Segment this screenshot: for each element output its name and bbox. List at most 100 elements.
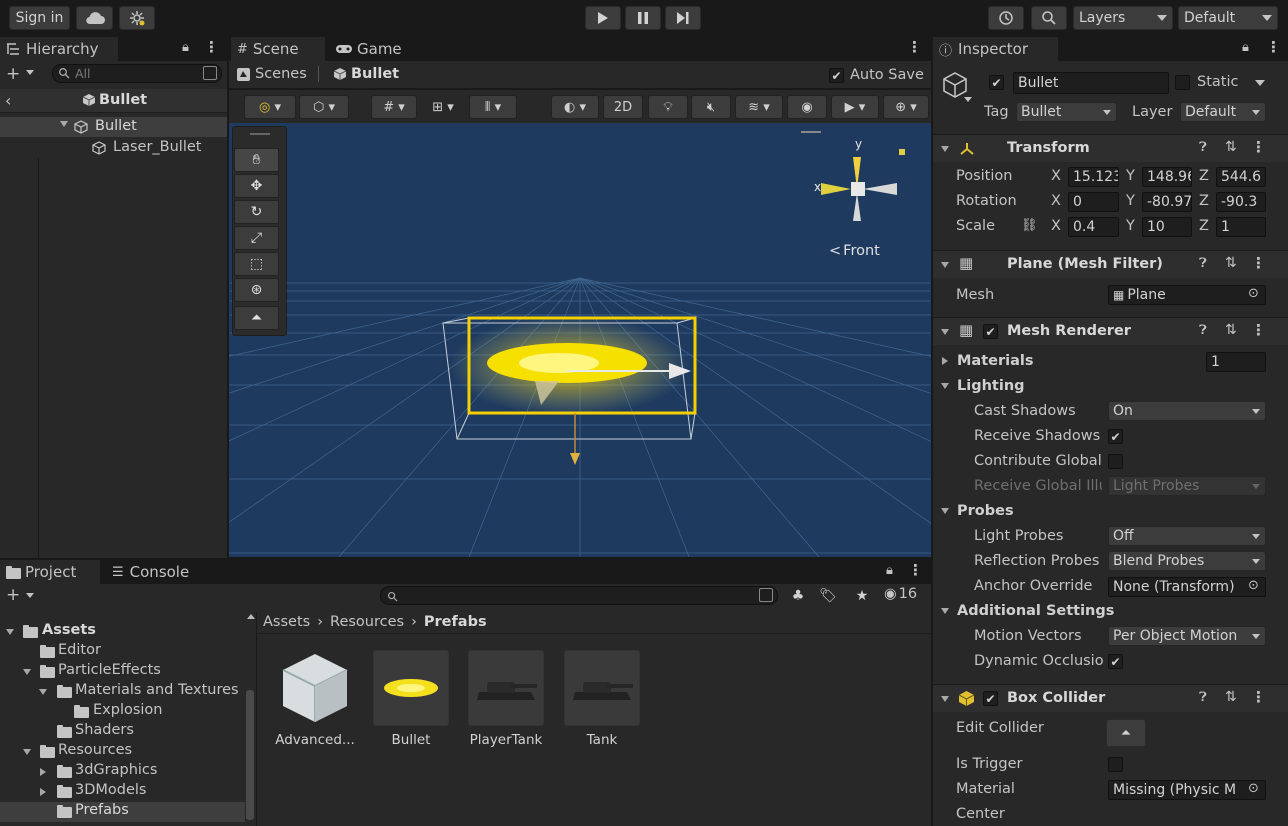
help-icon[interactable]: ❓︎ — [1199, 690, 1207, 705]
reflection-probes-dropdown[interactable]: Blend Probes — [1108, 551, 1266, 571]
box-collider-enabled-checkbox[interactable]: ✔ — [983, 691, 998, 706]
more-menu-icon[interactable]: ⋮ — [908, 561, 923, 579]
tree-scrollbar[interactable] — [245, 614, 255, 824]
move-tool-button[interactable]: ✥ — [234, 174, 279, 198]
transform-header[interactable]: Transform ❓︎ ⇅ ⋮ — [933, 134, 1288, 162]
lock-icon[interactable]: 🔒︎ — [182, 40, 189, 55]
presets-icon[interactable]: ⇅ — [1225, 689, 1237, 705]
mesh-renderer-enabled-checkbox[interactable]: ✔ — [983, 324, 998, 339]
rotation-z-field[interactable]: -90.3 — [1216, 192, 1266, 212]
tree-item-resources[interactable]: Resources — [0, 742, 245, 762]
fold-arrow-icon[interactable] — [23, 749, 31, 755]
gizmos-button[interactable]: ⊕ ▾ — [883, 95, 929, 119]
breadcrumb-resources[interactable]: Resources — [330, 614, 404, 630]
tree-item-explosion[interactable]: Explosion — [0, 702, 245, 722]
scale-z-field[interactable]: 1 — [1216, 217, 1266, 237]
search-button[interactable] — [1031, 6, 1067, 30]
light-probes-dropdown[interactable]: Off — [1108, 526, 1266, 546]
tree-item-assets[interactable]: Assets — [0, 622, 245, 642]
tree-item-3dmodels[interactable]: 3DModels — [0, 782, 245, 802]
materials-count-field[interactable]: 1 — [1206, 352, 1266, 372]
fold-arrow-right-icon[interactable] — [40, 788, 46, 796]
undo-history-button[interactable] — [988, 6, 1024, 30]
audio-button[interactable]: 🔇︎ — [691, 95, 731, 119]
additional-settings-label[interactable]: Additional Settings — [957, 603, 1114, 619]
fold-arrow-icon[interactable] — [941, 146, 949, 152]
hidden-packages-toggle[interactable]: ◉ 16 — [884, 586, 917, 602]
tab-inspector[interactable]: ⓘ Inspector — [933, 37, 1058, 61]
box-collider-header[interactable]: ✔ Box Collider ❓︎ ⇅ ⋮ — [933, 684, 1288, 712]
fold-arrow-icon[interactable] — [39, 689, 47, 695]
scroll-up-icon[interactable] — [247, 614, 255, 619]
lock-icon[interactable]: 🔒︎ — [1242, 40, 1249, 55]
fold-arrow-icon[interactable] — [941, 383, 949, 389]
filter-type-button[interactable]: ♣ — [784, 584, 812, 608]
custom-tool-button[interactable]: ⏶ — [234, 306, 279, 330]
object-picker-icon[interactable]: ⊙ — [1248, 286, 1259, 301]
edit-collider-button[interactable]: ⏶ — [1106, 719, 1146, 747]
rotation-x-field[interactable]: 0 — [1068, 192, 1119, 212]
help-icon[interactable]: ❓︎ — [1199, 323, 1207, 338]
snap-increment-button[interactable]: ⊞ ▾ — [420, 95, 466, 119]
effects-button[interactable]: ≋ ▾ — [735, 95, 783, 119]
lighting-label[interactable]: Lighting — [957, 378, 1025, 394]
tree-item-editor[interactable]: Editor — [0, 642, 245, 662]
asset-bullet[interactable]: Bullet — [365, 650, 457, 748]
fold-arrow-right-icon[interactable] — [40, 768, 46, 776]
breadcrumb-scenes[interactable]: Scenes — [236, 66, 307, 82]
search-options-icon[interactable] — [759, 588, 773, 602]
fold-arrow-icon[interactable] — [23, 669, 31, 675]
position-x-field[interactable]: 15.123 — [1068, 167, 1119, 187]
rect-tool-button[interactable]: ⬚ — [234, 252, 279, 276]
search-options-icon[interactable] — [203, 66, 217, 80]
gizmo-view-label[interactable]: < Front — [829, 243, 880, 259]
icon-dropdown-chevron-icon[interactable] — [964, 97, 972, 102]
position-z-field[interactable]: 544.6 — [1216, 167, 1266, 187]
more-menu-icon[interactable]: ⋮ — [907, 38, 922, 56]
chevron-down-icon[interactable] — [26, 70, 34, 75]
object-name-field[interactable]: Bullet — [1013, 72, 1169, 94]
asset-advanced[interactable]: Advanced... — [269, 650, 361, 748]
scene-visibility-button[interactable]: ◉ — [787, 95, 827, 119]
object-picker-icon[interactable]: ⊙ — [1248, 781, 1259, 796]
presets-icon[interactable]: ⇅ — [1225, 255, 1237, 271]
component-menu-icon[interactable]: ⋮ — [1251, 688, 1266, 706]
constrain-proportions-icon[interactable]: ⛓︎ — [1021, 218, 1038, 233]
dynamic-occlusion-checkbox[interactable]: ✔ — [1108, 654, 1123, 669]
rotation-y-field[interactable]: -80.97 — [1142, 192, 1192, 212]
mesh-filter-header[interactable]: ▦ Plane (Mesh Filter) ❓︎ ⇅ ⋮ — [933, 250, 1288, 278]
layout-dropdown[interactable]: Default — [1178, 6, 1278, 30]
tree-item-particle-effects[interactable]: ParticleEffects — [0, 662, 245, 682]
fold-arrow-icon[interactable] — [941, 508, 949, 514]
object-picker-icon[interactable]: ⊙ — [1248, 578, 1259, 593]
scroll-thumb[interactable] — [246, 690, 254, 820]
breadcrumb-assets[interactable]: Assets — [263, 614, 310, 630]
static-checkbox[interactable] — [1175, 75, 1190, 90]
play-button[interactable] — [585, 6, 621, 30]
filter-label-button[interactable]: 🏷︎ — [814, 584, 842, 608]
tab-project[interactable]: Project — [0, 560, 100, 584]
more-menu-icon[interactable]: ⋮ — [204, 38, 219, 56]
physic-material-field[interactable]: Missing (Physic M — [1108, 780, 1266, 800]
static-dropdown-chevron-icon[interactable] — [1255, 80, 1265, 86]
tab-game[interactable]: Game — [329, 37, 419, 61]
add-asset-icon[interactable]: + — [6, 585, 20, 605]
tab-scene[interactable]: # Scene — [231, 37, 325, 61]
mesh-renderer-header[interactable]: ▦ ✔ Mesh Renderer ❓︎ ⇅ ⋮ — [933, 317, 1288, 345]
fold-arrow-icon[interactable] — [941, 608, 949, 614]
fold-arrow-icon[interactable] — [941, 696, 949, 702]
scale-tool-button[interactable]: ⤢ — [234, 226, 279, 250]
position-y-field[interactable]: 148.96 — [1142, 167, 1192, 187]
component-menu-icon[interactable]: ⋮ — [1251, 254, 1266, 272]
fold-arrow-icon[interactable] — [941, 329, 949, 335]
tab-console[interactable]: ☰ Console — [106, 560, 206, 584]
mesh-object-field[interactable]: ▦ Plane — [1108, 285, 1266, 305]
fold-arrow-icon[interactable] — [941, 262, 949, 268]
rotate-tool-button[interactable]: ↻ — [234, 200, 279, 224]
lighting-button[interactable]: 💡︎ — [648, 95, 688, 119]
tree-item-materials-and-textures[interactable]: Materials and Textures — [0, 682, 245, 702]
component-menu-icon[interactable]: ⋮ — [1251, 138, 1266, 156]
tree-item-3dgraphics[interactable]: 3dGraphics — [0, 762, 245, 782]
presets-icon[interactable]: ⇅ — [1225, 139, 1237, 155]
services-button[interactable] — [119, 6, 155, 30]
